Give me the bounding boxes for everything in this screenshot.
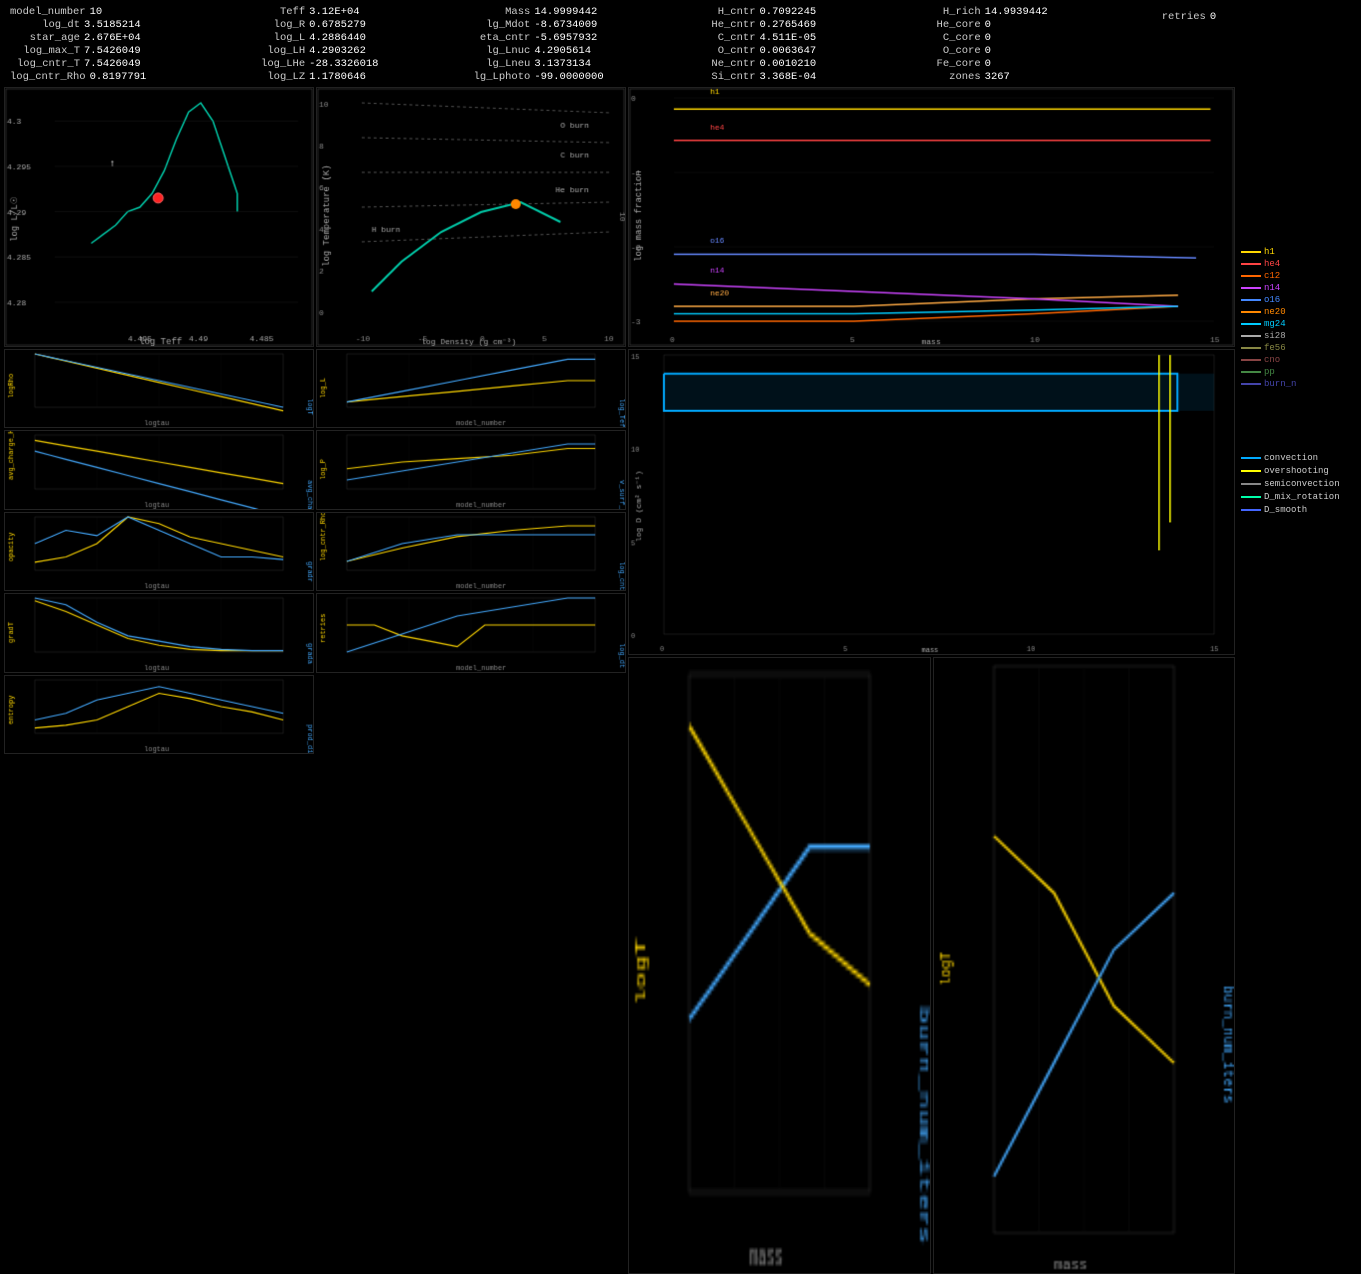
legend-item-pp: pp [1241,367,1357,377]
trho-diagram [316,87,626,347]
info-row: eta_cntr-5.6957932 [460,32,675,44]
legend-item-D_smooth: D_smooth [1241,505,1357,515]
info-row: lg_Lnuc4.2905614 [460,45,675,57]
info-row: He_cntr0.2765469 [686,19,901,31]
plot-retries [316,593,626,672]
info-row: He_core0 [911,19,1126,31]
info-row: log_R0.6785279 [235,19,450,31]
info-row: log_cntr_Rho0.8197791 [10,71,225,83]
info-row: C_cntr4.511E-05 [686,32,901,44]
plot-logp [316,430,626,509]
legend-item-h1: h1 [1241,247,1357,257]
plot-entropy [4,675,314,754]
info-row: H_cntr0.7092245 [686,6,901,18]
legend-item-o16: o16 [1241,295,1357,305]
info-row: log_LH4.2903262 [235,45,450,57]
info-row: log_dt3.5185214 [10,19,225,31]
info-row: lg_Mdot-8.6734009 [460,19,675,31]
info-row: Si_cntr3.368E-04 [686,71,901,83]
mixing-legend: convection overshooting semiconvection D_mi… [1241,453,1357,515]
legend-item-cno: cno [1241,355,1357,365]
header-info: model_number10log_dt3.5185214star_age2.6… [0,0,1361,85]
legend-item-burn_n: burn_n [1241,379,1357,389]
legend-item-convection: convection [1241,453,1357,463]
plot-opacity [4,512,314,591]
info-row: O_cntr0.0063647 [686,45,901,57]
legend-item-semiconvection: semiconvection [1241,479,1357,489]
plot-logt-mass [628,657,931,1274]
info-row: O_core0 [911,45,1126,57]
info-row: retries0 [1136,11,1351,23]
info-row: star_age2.676E+04 [10,32,225,44]
info-row: H_rich14.9939442 [911,6,1126,18]
info-row: Mass14.9999442 [460,6,675,18]
info-row: C_core0 [911,32,1126,44]
info-row: log_LZ1.1780646 [235,71,450,83]
hr-diagram [4,87,314,347]
legend-item-he4: he4 [1241,259,1357,269]
plot-logl-logt [316,349,626,428]
legend-item-mg24: mg24 [1241,319,1357,329]
plot-logcntr-rho [316,512,626,591]
legend-item-ne20: ne20 [1241,307,1357,317]
legend-panel: h1 he4 c12 n14 o16 ne20 mg24 si28 fe56 cno pp burn_… [1237,87,1357,743]
info-row: lg_Lneu3.1373134 [460,58,675,70]
plot-logrho-logt [4,349,314,428]
plot-burn-num [933,657,1236,1274]
legend-item-n14: n14 [1241,283,1357,293]
info-row: lg_Lphoto-99.0000000 [460,71,675,83]
mixing-plot [628,349,1235,655]
info-row: Ne_cntr0.0010210 [686,58,901,70]
legend-item-overshooting: overshooting [1241,466,1357,476]
info-row: log_max_T7.5426049 [10,45,225,57]
info-row: Teff3.12E+04 [235,6,450,18]
legend-item-si28: si28 [1241,331,1357,341]
info-row: log_LHe-28.3326018 [235,58,450,70]
plot-avg-charge [4,430,314,509]
info-row: log_cntr_T7.5426049 [10,58,225,70]
info-row: zones3267 [911,71,1126,83]
info-row: model_number10 [10,6,225,18]
legend-item-c12: c12 [1241,271,1357,281]
info-row: Fe_core0 [911,58,1126,70]
legend-item-D_mix_rotation: D_mix_rotation [1241,492,1357,502]
legend-item-fe56: fe56 [1241,343,1357,353]
species-legend: h1 he4 c12 n14 o16 ne20 mg24 si28 fe56 cno pp burn_… [1241,247,1357,389]
plot-gradt [4,593,314,672]
info-row: log_L4.2886440 [235,32,450,44]
abundance-plot [628,87,1235,347]
